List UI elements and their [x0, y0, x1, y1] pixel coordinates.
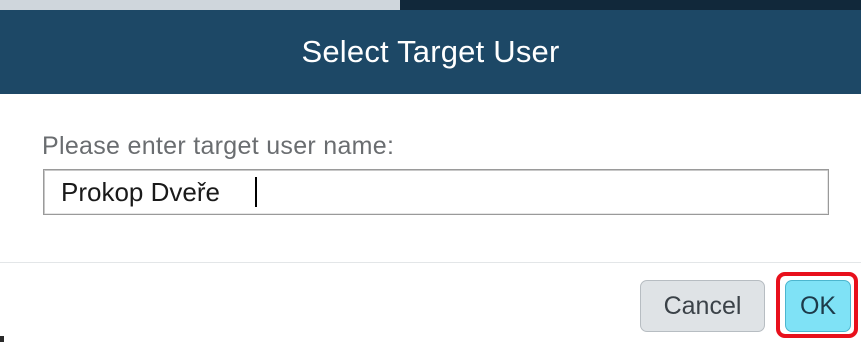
top-strip-gray-segment [0, 0, 400, 10]
dialog-header: Select Target User [0, 10, 861, 94]
target-user-prompt-label: Please enter target user name: [42, 132, 395, 160]
top-strip-dark-segment [400, 0, 861, 10]
dialog-footer: Cancel OK [0, 263, 861, 345]
target-user-name-input[interactable] [43, 169, 829, 215]
select-target-user-dialog: Select Target User Please enter target u… [0, 0, 861, 345]
dialog-title: Select Target User [301, 34, 560, 69]
ok-button[interactable]: OK [785, 280, 851, 332]
corner-mark [0, 336, 4, 342]
top-window-strip [0, 0, 861, 10]
text-caret [255, 177, 257, 207]
cancel-button[interactable]: Cancel [640, 280, 765, 332]
dialog-content: Please enter target user name: [0, 94, 861, 262]
